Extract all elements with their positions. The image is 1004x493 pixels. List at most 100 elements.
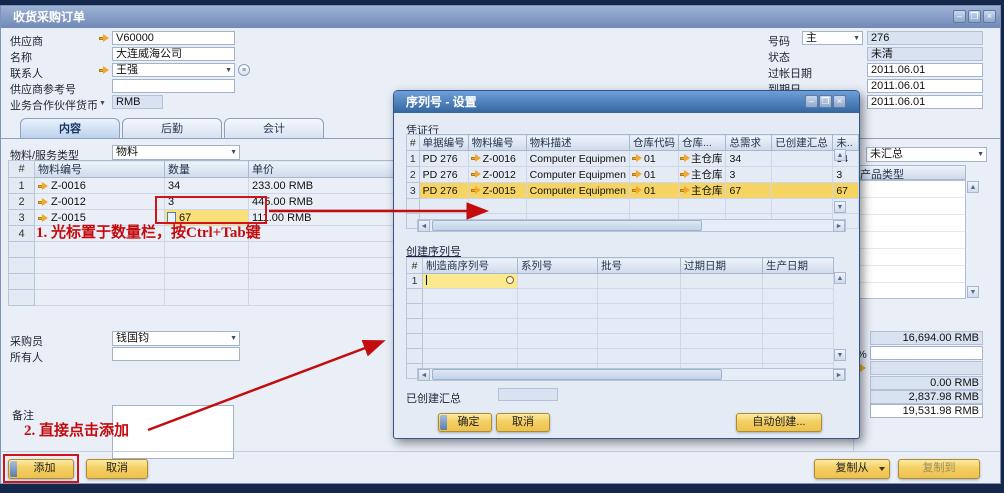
discount-percent-field[interactable]: [870, 346, 983, 360]
row-number[interactable]: 4: [8, 225, 35, 242]
link-arrow-icon[interactable]: [631, 170, 643, 179]
link-arrow-icon[interactable]: [38, 182, 49, 191]
vendor-ref-field[interactable]: [112, 79, 235, 93]
scrollbar-thumb[interactable]: [432, 369, 722, 380]
close-button[interactable]: ×: [983, 10, 996, 23]
row-number[interactable]: [406, 198, 420, 214]
row-number[interactable]: [8, 273, 35, 290]
scroll-down-button[interactable]: ▼: [834, 201, 846, 213]
row-number[interactable]: [406, 303, 423, 319]
contact-list-icon[interactable]: ≡: [238, 64, 250, 76]
dialog-restore-button[interactable]: ❐: [819, 95, 832, 108]
unit-price-cell[interactable]: 445.00 RMB: [248, 193, 394, 210]
row-number[interactable]: [406, 318, 423, 334]
item-service-type-combo[interactable]: 物料 ▼: [112, 145, 240, 160]
col-header-unit-price[interactable]: 单价: [248, 160, 394, 178]
bp-currency-label[interactable]: 业务合作伙伴货币: [10, 97, 98, 113]
link-arrow-icon[interactable]: [679, 170, 691, 179]
row-number[interactable]: [8, 257, 35, 274]
batch-no-cell[interactable]: [597, 273, 681, 289]
unit-price-cell[interactable]: 233.00 RMB: [248, 177, 394, 194]
row-number[interactable]: [8, 289, 35, 306]
link-arrow-icon[interactable]: [631, 186, 643, 195]
ok-button[interactable]: 确定: [438, 413, 492, 432]
col-header[interactable]: 生产日期: [762, 257, 834, 274]
selection-list-icon[interactable]: [506, 276, 514, 284]
col-header[interactable]: 已创建汇总: [771, 134, 834, 151]
mfg-date-cell[interactable]: [762, 273, 834, 289]
serial-no-cell[interactable]: [517, 273, 598, 289]
row-number[interactable]: [406, 333, 423, 349]
link-arrow-icon[interactable]: [631, 154, 643, 163]
col-header[interactable]: 物料编号: [467, 134, 527, 151]
col-header[interactable]: 批号: [597, 257, 681, 274]
minimize-button[interactable]: –: [953, 10, 966, 23]
link-arrow-icon[interactable]: [99, 66, 110, 75]
col-header[interactable]: 仓库...: [677, 134, 727, 151]
tab-logistics[interactable]: 后勤: [122, 118, 222, 139]
due-date-field[interactable]: 2011.06.01: [867, 79, 983, 93]
col-header[interactable]: 单据编号: [418, 134, 469, 151]
scroll-right-button[interactable]: ►: [833, 220, 845, 232]
copy-from-button[interactable]: 复制从: [814, 459, 890, 479]
link-arrow-icon[interactable]: [679, 154, 691, 163]
col-header[interactable]: 系列号: [517, 257, 598, 274]
scroll-up-button[interactable]: ▲: [834, 149, 846, 161]
number-series-combo[interactable]: 主 ▼: [802, 31, 863, 45]
auto-create-button[interactable]: 自动创建...: [736, 413, 822, 432]
dialog-cancel-button[interactable]: 取消: [496, 413, 550, 432]
scroll-right-button[interactable]: ►: [833, 369, 845, 381]
unit-price-cell[interactable]: 111.00 RMB: [248, 209, 394, 226]
doc-date-field[interactable]: 2011.06.01: [867, 95, 983, 109]
item-no-cell[interactable]: Z-0016: [34, 177, 165, 194]
chevron-down-icon[interactable]: ▼: [99, 100, 106, 108]
col-header[interactable]: 总需求: [725, 134, 773, 151]
item-no-cell[interactable]: Z-0012: [34, 193, 165, 210]
scroll-up-button[interactable]: ▲: [967, 181, 979, 193]
col-header[interactable]: 过期日期: [680, 257, 763, 274]
scroll-left-button[interactable]: ◄: [418, 369, 430, 381]
owner-field[interactable]: [112, 347, 240, 361]
restore-button[interactable]: ❐: [968, 10, 981, 23]
summary-type-combo[interactable]: 未汇总 ▼: [866, 147, 987, 162]
row-number[interactable]: 3: [406, 182, 420, 199]
row-number[interactable]: 3: [8, 209, 35, 226]
col-header-num[interactable]: #: [8, 160, 35, 178]
col-header[interactable]: 仓库代码: [628, 134, 679, 151]
scroll-down-button[interactable]: ▼: [967, 286, 979, 298]
scroll-up-button[interactable]: ▲: [834, 272, 846, 284]
tab-contents[interactable]: 内容: [20, 118, 120, 139]
contact-combo[interactable]: 王强 ▼: [112, 63, 235, 77]
col-header[interactable]: 物料描述: [525, 134, 630, 151]
name-field[interactable]: 大连威海公司: [112, 47, 235, 61]
unit-price-cell[interactable]: [248, 225, 394, 242]
col-header[interactable]: 制造商序列号: [422, 257, 518, 274]
scroll-left-button[interactable]: ◄: [418, 220, 430, 232]
scroll-down-button[interactable]: ▼: [834, 349, 846, 361]
row-number[interactable]: 2: [406, 166, 420, 183]
cancel-button[interactable]: 取消: [86, 459, 148, 479]
dialog-close-button[interactable]: ×: [833, 95, 846, 108]
row-number[interactable]: 1: [406, 150, 420, 167]
row-number[interactable]: 1: [8, 177, 35, 194]
row-number[interactable]: [406, 348, 423, 364]
row-number[interactable]: 1: [406, 273, 423, 289]
tab-accounting[interactable]: 会计: [224, 118, 324, 139]
expiry-date-cell[interactable]: [680, 273, 763, 289]
product-type-header[interactable]: 产品类型: [856, 165, 966, 181]
mfr-serial-cell-active[interactable]: [422, 273, 518, 289]
link-arrow-icon[interactable]: [679, 186, 691, 195]
col-header-quantity[interactable]: 数量: [164, 160, 249, 178]
link-arrow-icon[interactable]: [470, 186, 482, 195]
row-number[interactable]: [406, 288, 423, 304]
row-number[interactable]: 2: [8, 193, 35, 210]
vendor-field[interactable]: V60000: [112, 31, 235, 45]
link-arrow-icon[interactable]: [470, 170, 482, 179]
row-number[interactable]: [8, 241, 35, 258]
link-arrow-icon[interactable]: [38, 198, 49, 207]
posting-date-field[interactable]: 2011.06.01: [867, 63, 983, 77]
h-scrollbar[interactable]: ◄ ►: [417, 368, 846, 381]
h-scrollbar[interactable]: ◄ ►: [417, 219, 846, 232]
link-arrow-icon[interactable]: [470, 154, 482, 163]
scrollbar-thumb[interactable]: [432, 220, 702, 231]
